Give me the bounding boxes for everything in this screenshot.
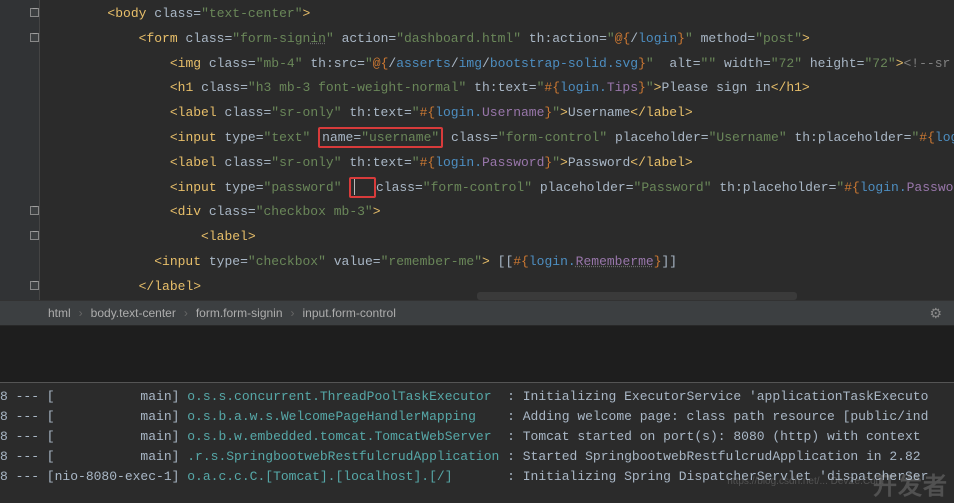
code-line[interactable]: <label class="sr-only" th:text="#{login.… [45, 101, 954, 126]
code-line[interactable]: <div class="checkbox mb-3"> [45, 200, 954, 225]
code-line[interactable]: <img class="mb-4" th:src="@{/asserts/img… [45, 52, 954, 77]
crumb[interactable]: form.form-signin [196, 306, 283, 320]
fold-toggle-icon[interactable] [30, 33, 39, 42]
crumb[interactable]: body.text-center [91, 306, 176, 320]
code-editor[interactable]: <body class="text-center"> <form class="… [0, 0, 954, 300]
code-line[interactable]: <form class="form-signin" action="dashbo… [45, 27, 954, 52]
gutter [0, 0, 40, 300]
log-line: 8 --- [ main] .r.s.SpringbootwebRestfulc… [0, 447, 954, 467]
code-line[interactable]: <label class="sr-only" th:text="#{login.… [45, 151, 954, 176]
chevron-right-icon: › [291, 306, 295, 320]
code-area[interactable]: <body class="text-center"> <form class="… [45, 0, 954, 300]
gear-icon: ⚙ [929, 305, 942, 321]
log-line: 8 --- [ main] o.s.s.concurrent.ThreadPoo… [0, 387, 954, 407]
fold-toggle-icon[interactable] [30, 231, 39, 240]
code-line[interactable]: <input type="password" class="form-contr… [45, 176, 954, 201]
code-line[interactable]: <input type="checkbox" value="remember-m… [45, 250, 954, 275]
watermark-url: https://blog.csdn.net/... DevZe.Com [727, 476, 884, 487]
code-line[interactable]: <label> [45, 225, 954, 250]
scrollbar-horizontal[interactable] [477, 292, 797, 300]
settings-button[interactable]: ⚙ [929, 305, 942, 322]
chevron-right-icon: › [184, 306, 188, 320]
code-line[interactable]: <h1 class="h3 mb-3 font-weight-normal" t… [45, 76, 954, 101]
panel-divider[interactable] [0, 326, 954, 382]
fold-toggle-icon[interactable] [30, 281, 39, 290]
fold-toggle-icon[interactable] [30, 206, 39, 215]
console-output[interactable]: 8 --- [ main] o.s.s.concurrent.ThreadPoo… [0, 382, 954, 491]
crumb[interactable]: input.form-control [303, 306, 396, 320]
log-line: 8 --- [ main] o.s.b.a.w.s.WelcomePageHan… [0, 407, 954, 427]
text-cursor [354, 179, 355, 195]
log-line: 8 --- [ main] o.s.b.w.embedded.tomcat.To… [0, 427, 954, 447]
code-line[interactable]: <input type="text" name="username" class… [45, 126, 954, 151]
breadcrumb-bar: html › body.text-center › form.form-sign… [0, 300, 954, 326]
fold-toggle-icon[interactable] [30, 8, 39, 17]
chevron-right-icon: › [79, 306, 83, 320]
crumb[interactable]: html [48, 306, 71, 320]
code-line[interactable]: <body class="text-center"> [45, 2, 954, 27]
